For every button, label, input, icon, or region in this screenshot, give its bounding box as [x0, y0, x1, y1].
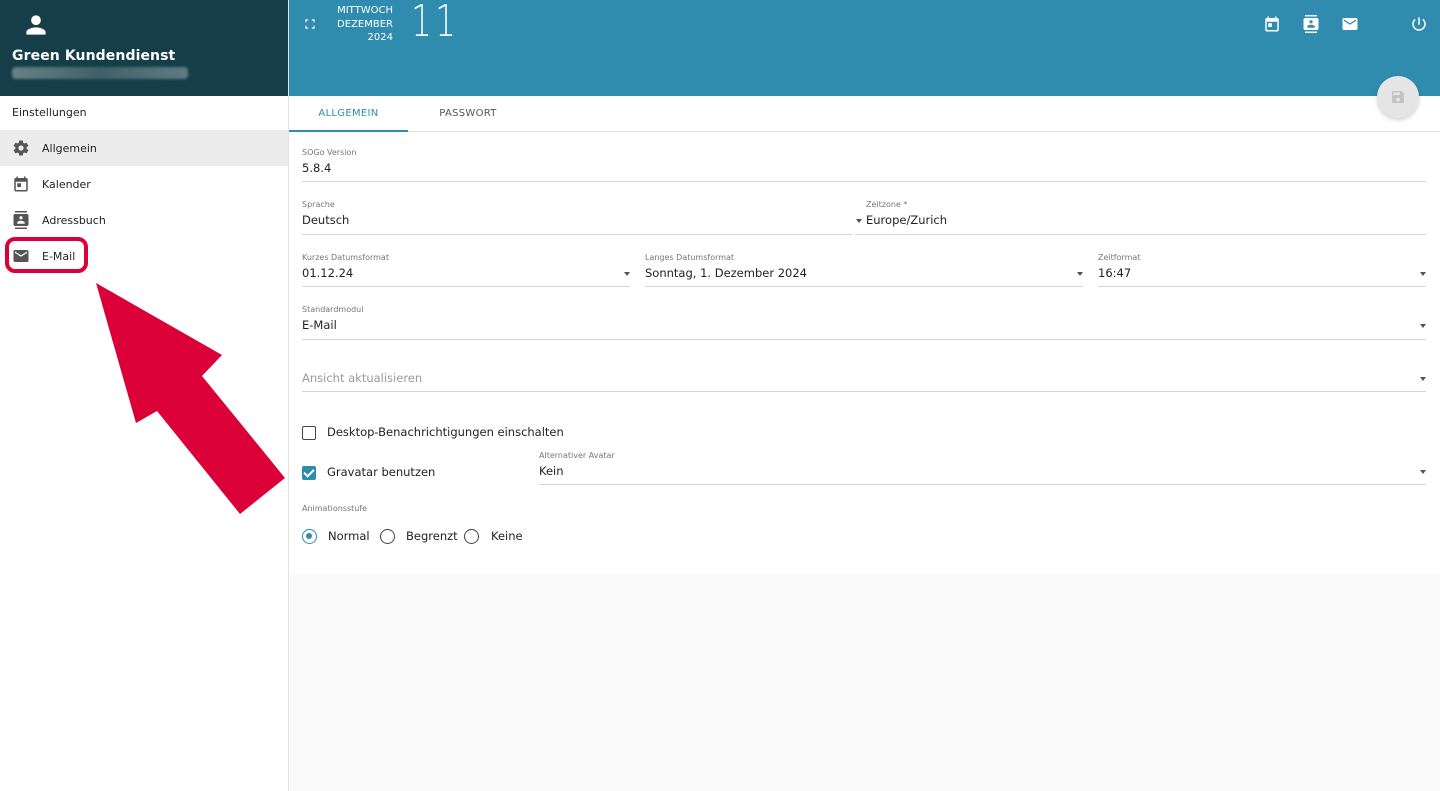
time-format-select[interactable]: Zeitformat 16:47 [1098, 253, 1426, 287]
field-label: Standardmodul [302, 305, 364, 314]
settings-section-title: Einstellungen [12, 106, 87, 119]
animation-none-radio[interactable] [464, 529, 479, 544]
chevron-down-icon [1077, 272, 1083, 276]
animation-none-label: Keine [491, 529, 523, 543]
refresh-view-select[interactable]: Ansicht aktualisieren [302, 358, 1426, 392]
day-number: 11 [411, 0, 459, 47]
field-label: Zeitzone * [866, 200, 908, 209]
desktop-notifications-checkbox[interactable] [302, 426, 316, 440]
calendar-icon [1265, 16, 1279, 32]
mail-app-button[interactable] [1340, 14, 1360, 34]
field-value: 16:47 [1098, 266, 1132, 280]
short-date-format-select[interactable]: Kurzes Datumsformat 01.12.24 [302, 253, 630, 287]
chevron-down-icon [624, 272, 630, 276]
chevron-down-icon [1420, 377, 1426, 381]
contacts-icon [12, 211, 30, 229]
field-value: E-Mail [302, 318, 337, 332]
user-email-blurred [12, 67, 188, 79]
field-label: Kurzes Datumsformat [302, 253, 389, 262]
sidebar-item-addressbook[interactable]: Adressbuch [0, 202, 288, 238]
user-icon [26, 15, 46, 35]
animation-limited-radio[interactable] [380, 529, 395, 544]
gravatar-checkbox[interactable] [302, 466, 316, 480]
long-date-format-select[interactable]: Langes Datumsformat Sonntag, 1. Dezember… [645, 253, 1083, 287]
language-select[interactable]: Sprache Deutsch [302, 200, 852, 235]
field-value: 01.12.24 [302, 266, 354, 280]
tab-general[interactable]: ALLGEMEIN [289, 96, 408, 132]
field-value: Deutsch [302, 213, 350, 227]
user-name: Green Kundendienst [12, 48, 176, 64]
save-icon [1392, 91, 1404, 103]
field-label: SOGo Version [302, 148, 357, 157]
sidebar-header: Green Kundendienst [0, 0, 288, 96]
alternative-avatar-select[interactable]: Alternativer Avatar Kein [539, 451, 1426, 485]
tab-password[interactable]: PASSWORT [408, 96, 528, 132]
calendar-icon [12, 175, 30, 193]
date-display: MITTWOCH DEZEMBER 2024 [335, 4, 393, 45]
logout-button[interactable] [1409, 14, 1429, 34]
annotation-highlight-box [5, 237, 88, 273]
weekday: MITTWOCH [337, 5, 393, 16]
chevron-down-icon [856, 219, 862, 223]
field-label: Langes Datumsformat [645, 253, 735, 262]
chevron-down-icon [1420, 324, 1426, 328]
desktop-notifications-label: Desktop-Benachrichtigungen einschalten [327, 425, 564, 439]
field-value: Sonntag, 1. Dezember 2024 [645, 266, 807, 280]
default-module-select[interactable]: Standardmodul E-Mail [302, 305, 1426, 340]
sidebar: Green Kundendienst Einstellungen Allgeme… [0, 0, 289, 791]
chevron-down-icon [1420, 470, 1426, 474]
sidebar-item-label: Kalender [42, 177, 91, 191]
animation-level-label: Animationsstufe [302, 504, 368, 513]
field-label: Alternativer Avatar [539, 451, 615, 460]
animation-normal-label: Normal [328, 529, 370, 543]
animation-normal-radio[interactable] [302, 529, 317, 544]
fullscreen-icon[interactable] [303, 17, 317, 31]
save-button[interactable] [1377, 76, 1419, 118]
power-icon [1412, 17, 1426, 31]
gravatar-label: Gravatar benutzen [327, 465, 436, 479]
contacts-app-button[interactable] [1301, 14, 1321, 34]
animation-limited-label: Begrenzt [406, 529, 458, 543]
chevron-down-icon [1420, 272, 1426, 276]
sogo-version-field: SOGo Version 5.8.4 [302, 148, 1426, 182]
sidebar-item-general[interactable]: Allgemein [0, 130, 288, 166]
timezone-autocomplete[interactable]: Zeitzone * Europe/Zurich [855, 200, 1426, 235]
gear-icon [12, 139, 30, 157]
field-label: Sprache [302, 200, 335, 209]
topbar: MITTWOCH DEZEMBER 2024 11 [289, 0, 1440, 96]
year: 2024 [367, 32, 393, 43]
field-value: Kein [539, 464, 564, 478]
field-value: Europe/Zurich [866, 213, 948, 227]
sidebar-item-label: Adressbuch [42, 213, 106, 227]
mail-icon [1342, 18, 1358, 30]
sidebar-item-label: Allgemein [42, 141, 97, 155]
field-value: 5.8.4 [302, 161, 332, 175]
sidebar-item-calendar[interactable]: Kalender [0, 166, 288, 202]
month: DEZEMBER [337, 18, 393, 30]
preferences-panel: ALLGEMEIN PASSWORT SOGo Version 5.8.4 Sp… [289, 76, 1440, 574]
contacts-icon [1303, 15, 1319, 33]
field-placeholder: Ansicht aktualisieren [302, 371, 423, 385]
tab-bar: ALLGEMEIN PASSWORT [289, 96, 1440, 132]
calendar-app-button[interactable] [1262, 14, 1282, 34]
field-label: Zeitformat [1098, 253, 1141, 262]
